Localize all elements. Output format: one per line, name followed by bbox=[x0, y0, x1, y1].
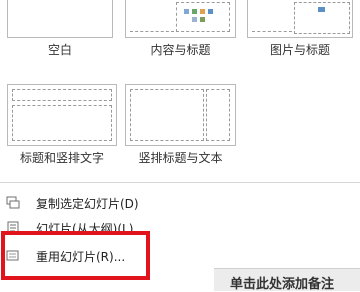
duplicate-slides-item[interactable]: 复制选定幻灯片(D) bbox=[0, 192, 360, 214]
video-mini-icon bbox=[200, 17, 205, 22]
online-picture-mini-icon bbox=[192, 17, 197, 22]
picture-mini-icon bbox=[208, 9, 213, 14]
layout-vertical-title-and-text[interactable]: 竖排标题与文本 bbox=[122, 82, 240, 168]
notes-pane[interactable]: 单击此处添加备注 bbox=[214, 268, 360, 292]
layout-vertical-title-and-text-label: 竖排标题与文本 bbox=[138, 151, 223, 165]
layout-picture-with-caption[interactable]: 图片与标题 bbox=[242, 0, 360, 62]
layout-blank-thumbnail bbox=[7, 0, 113, 38]
layout-title-vertical-text-label: 标题和竖排文字 bbox=[19, 151, 104, 165]
smartart-mini-icon bbox=[200, 9, 205, 14]
highlight-annotation-box bbox=[1, 231, 150, 280]
layout-title-vertical-text[interactable]: 标题和竖排文字 bbox=[0, 82, 122, 168]
chart-mini-icon bbox=[184, 9, 189, 14]
menu-separator bbox=[0, 182, 360, 183]
duplicate-slides-label: 复制选定幻灯片(D) bbox=[36, 197, 139, 211]
duplicate-slides-icon bbox=[6, 196, 20, 209]
layout-content-with-caption[interactable]: 内容与标题 bbox=[120, 0, 242, 62]
table-mini-icon bbox=[192, 9, 197, 14]
layout-content-with-caption-thumbnail bbox=[125, 0, 236, 38]
notes-placeholder: 单击此处添加备注 bbox=[230, 277, 335, 292]
layout-blank-label: 空白 bbox=[47, 43, 72, 57]
layout-blank[interactable]: 空白 bbox=[0, 0, 120, 62]
layout-content-with-caption-label: 内容与标题 bbox=[150, 43, 211, 57]
layout-picture-with-caption-label: 图片与标题 bbox=[269, 43, 330, 57]
layout-picture-with-caption-thumbnail bbox=[247, 0, 353, 38]
picture-mini-icon bbox=[318, 7, 325, 12]
layout-title-vertical-text-thumbnail bbox=[7, 84, 117, 146]
layout-vertical-title-and-text-thumbnail bbox=[125, 84, 236, 146]
layout-gallery: 空白 内容与标题 图片与标题 标题和竖排文字 竖排标题与文本 bbox=[0, 0, 360, 178]
